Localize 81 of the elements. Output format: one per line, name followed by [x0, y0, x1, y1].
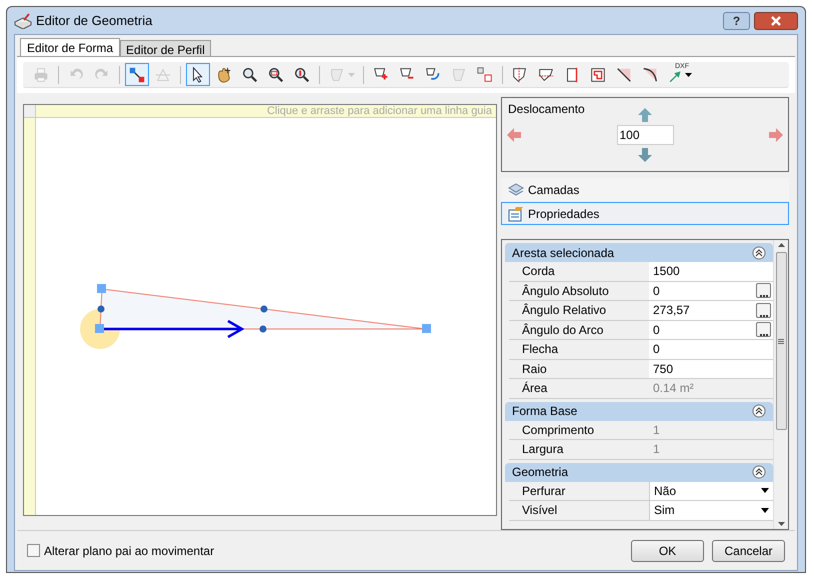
property-label: Ângulo do Arco [521, 322, 604, 339]
toolbar-icon [615, 66, 633, 84]
collapse-icon[interactable] [752, 246, 766, 260]
property-field[interactable]: 1500 [649, 262, 773, 280]
toolbar-button[interactable] [186, 63, 210, 86]
dropdown-caret-icon [685, 72, 692, 76]
toolbar-icon [641, 66, 659, 84]
collapse-icon[interactable] [752, 465, 766, 479]
tab[interactable]: Editor de Perfil [120, 40, 211, 56]
ellipsis-button[interactable] [756, 322, 771, 338]
property-field[interactable]: 0 [649, 282, 773, 300]
midpoint-handle[interactable] [260, 326, 266, 332]
checkbox-label: Alterar plano pai ao movimentar [44, 542, 214, 560]
toolbar-icon [32, 66, 50, 84]
toolbar-icon [511, 66, 529, 84]
group-header[interactable]: Forma Base [505, 402, 773, 420]
property-label: Corda [521, 263, 556, 280]
property-value: 1 [652, 422, 661, 439]
guide-hint: Clique e arraste para adicionar uma linha guia [266, 106, 492, 116]
window-title: Editor de Geometria [36, 12, 152, 30]
property-label: Raio [521, 360, 548, 378]
down-arrow-icon[interactable] [637, 146, 653, 162]
property-label: Área [521, 380, 548, 398]
toolbar-icon [476, 66, 494, 84]
property-label: Ângulo Relativo [521, 302, 608, 320]
property-label: Flecha [521, 341, 560, 358]
help-button[interactable]: ? [723, 12, 750, 30]
properties-icon [508, 206, 524, 222]
dialog-button[interactable]: OK [631, 540, 704, 562]
property-field[interactable]: 0 [649, 340, 773, 358]
ellipsis-icon [760, 314, 768, 317]
checkbox[interactable] [27, 544, 40, 557]
ruler-corner [24, 105, 36, 117]
ellipsis-icon [760, 295, 768, 298]
property-label: Comprimento [521, 422, 596, 439]
section-header[interactable]: Camadas [501, 178, 789, 201]
close-icon [770, 16, 782, 26]
group-header[interactable]: Aresta selecionada [505, 243, 773, 262]
property-label: Visível [521, 502, 558, 520]
toolbar-icon [128, 66, 146, 84]
offset-input[interactable]: 100 [616, 124, 674, 144]
tab[interactable]: Editor de Forma [20, 38, 120, 56]
group-header[interactable]: Geometria [505, 462, 773, 482]
property-label: Ângulo Absoluto [521, 282, 610, 300]
section-header[interactable]: Propriedades [501, 202, 789, 225]
dialog-button[interactable]: Cancelar [712, 540, 785, 562]
vertex-handle[interactable] [422, 324, 431, 333]
toolbar-icon [241, 66, 259, 84]
layers-icon [508, 182, 524, 198]
ellipsis-icon [760, 334, 768, 336]
property-value: 1 [652, 441, 661, 458]
toolbar-icon [589, 66, 607, 84]
property-field[interactable]: 750 [649, 360, 773, 378]
scrollbar-thumb[interactable] [776, 252, 786, 430]
property-label: Perfurar [521, 482, 566, 500]
property-field[interactable]: 273,57 [649, 301, 773, 320]
toolbar-icon [267, 66, 285, 84]
midpoint-handle[interactable] [260, 306, 268, 312]
property-label: Largura [521, 441, 564, 458]
toolbar-icon [215, 66, 233, 84]
dropdown-caret-icon [761, 508, 769, 513]
midpoint-handle[interactable] [98, 306, 104, 312]
scroll-down-icon[interactable] [778, 522, 784, 526]
ellipsis-button[interactable] [756, 283, 771, 298]
toolbox-icon [14, 12, 32, 28]
dropdown-caret-icon [761, 488, 769, 494]
property-value: 0.14 m² [652, 380, 695, 398]
close-button[interactable] [754, 12, 798, 30]
vertex-handle[interactable] [97, 284, 106, 293]
offset-title: Deslocamento [508, 101, 585, 118]
scroll-up-icon[interactable] [778, 243, 784, 247]
toolbar-icon [293, 66, 311, 84]
property-field[interactable]: 0 [649, 320, 773, 339]
scrollbar[interactable] [773, 240, 788, 529]
property-dropdown[interactable]: Não [649, 482, 773, 500]
dropdown-caret-icon [348, 72, 355, 76]
property-dropdown[interactable]: Sim [649, 501, 773, 520]
collapse-icon[interactable] [752, 404, 766, 418]
grip-icon [778, 338, 784, 344]
vertex-handle[interactable] [95, 324, 104, 333]
ellipsis-button[interactable] [756, 302, 771, 318]
